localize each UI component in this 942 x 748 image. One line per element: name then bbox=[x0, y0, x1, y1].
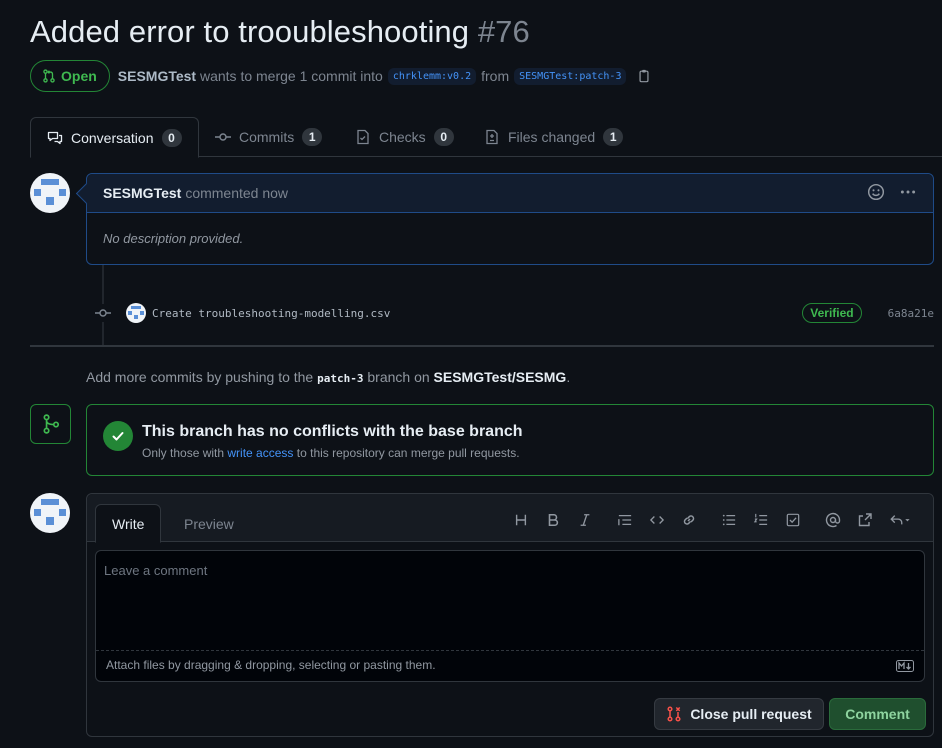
tab-preview[interactable]: Preview bbox=[168, 504, 250, 543]
pr-description-comment: SESMGTest commented now No description p… bbox=[86, 173, 934, 265]
copy-icon[interactable] bbox=[637, 69, 651, 83]
git-merge-icon bbox=[30, 404, 71, 444]
quote-icon[interactable] bbox=[609, 509, 641, 531]
italic-icon[interactable] bbox=[569, 509, 601, 531]
base-branch[interactable]: chrklemm:v0.2 bbox=[387, 67, 477, 85]
merge-sub-suffix: to this repository can merge pull reques… bbox=[296, 446, 520, 460]
comment-editor: Attach files by dragging & dropping, sel… bbox=[95, 550, 925, 682]
merge-text: wants to merge 1 commit into bbox=[199, 68, 383, 84]
code-icon[interactable] bbox=[641, 509, 673, 531]
unordered-list-icon[interactable] bbox=[713, 509, 745, 531]
ordered-list-icon[interactable] bbox=[745, 509, 777, 531]
close-pull-request-button[interactable]: Close pull request bbox=[654, 698, 824, 730]
link-icon[interactable] bbox=[673, 509, 705, 531]
checklist-icon bbox=[357, 129, 369, 145]
tab-commits[interactable]: Commits 1 bbox=[199, 117, 338, 157]
pr-title: Added error to trooubleshooting #76 bbox=[30, 14, 530, 50]
author-link[interactable]: SESMGTest bbox=[118, 68, 196, 84]
merge-status-subtext: Only those with write access to this rep… bbox=[142, 446, 520, 460]
pull-request-icon bbox=[43, 69, 55, 83]
verified-badge[interactable]: Verified bbox=[802, 303, 862, 323]
tab-label: Checks bbox=[379, 129, 426, 145]
tab-counter: 0 bbox=[433, 128, 454, 146]
mention-icon[interactable] bbox=[817, 509, 849, 531]
commit-author-avatar[interactable] bbox=[126, 303, 146, 323]
merge-status-box: This branch has no conflicts with the ba… bbox=[86, 404, 934, 476]
file-diff-icon bbox=[486, 129, 498, 145]
current-user-avatar[interactable] bbox=[30, 493, 70, 533]
pr-meta: Open SESMGTest wants to merge 1 commit i… bbox=[30, 60, 651, 92]
comment-author[interactable]: SESMGTest bbox=[103, 185, 181, 201]
tab-files-changed[interactable]: Files changed 1 bbox=[468, 117, 639, 157]
editor-tabs: Write Preview bbox=[87, 494, 933, 543]
comment-textarea[interactable] bbox=[96, 551, 924, 651]
heading-icon[interactable] bbox=[505, 509, 537, 531]
tab-counter: 1 bbox=[603, 128, 624, 146]
close-pull-request-label: Close pull request bbox=[690, 706, 812, 722]
tab-counter: 1 bbox=[302, 128, 323, 146]
status-label: Open bbox=[61, 68, 97, 84]
commit-item: Create troubleshooting-modelling.csv Ver… bbox=[94, 300, 934, 326]
task-list-icon[interactable] bbox=[777, 509, 809, 531]
pr-title-text: Added error to trooubleshooting bbox=[30, 14, 470, 49]
push-hint: Add more commits by pushing to the patch… bbox=[86, 369, 570, 385]
cross-reference-icon[interactable] bbox=[849, 509, 881, 531]
saved-replies-icon[interactable] bbox=[881, 509, 919, 531]
pr-number: #76 bbox=[477, 14, 530, 49]
tab-counter: 0 bbox=[161, 128, 182, 147]
push-hint-middle: branch on bbox=[367, 369, 430, 385]
comment-header: SESMGTest commented now bbox=[87, 174, 933, 213]
comment-timestamp: commented now bbox=[185, 185, 289, 201]
push-hint-prefix: Add more commits by pushing to the bbox=[86, 369, 314, 385]
check-circle-icon bbox=[103, 421, 133, 451]
merge-sub-prefix: Only those with bbox=[142, 446, 225, 460]
tab-checks[interactable]: Checks 0 bbox=[339, 117, 470, 157]
commit-message-link[interactable]: Create troubleshooting-modelling.csv bbox=[152, 307, 390, 320]
timeline-divider bbox=[30, 345, 934, 347]
from-text: from bbox=[481, 68, 510, 84]
commit-sha-link[interactable]: 6a8a21e bbox=[888, 307, 934, 320]
write-access-link[interactable]: write access bbox=[227, 446, 293, 460]
git-commit-icon bbox=[215, 133, 231, 141]
bold-icon[interactable] bbox=[537, 509, 569, 531]
markdown-icon[interactable] bbox=[896, 659, 914, 677]
attach-files-hint[interactable]: Attach files by dragging & dropping, sel… bbox=[106, 658, 436, 672]
markdown-toolbar bbox=[505, 509, 919, 531]
tab-label: Files changed bbox=[508, 129, 596, 145]
git-pull-request-closed-icon bbox=[667, 706, 681, 722]
head-branch[interactable]: SESMGTest:patch-3 bbox=[514, 67, 627, 85]
tab-label: Conversation bbox=[71, 129, 154, 146]
tab-label: Commits bbox=[239, 129, 295, 145]
avatar[interactable] bbox=[30, 173, 70, 213]
comment-button[interactable]: Comment bbox=[829, 698, 926, 730]
smiley-icon[interactable] bbox=[867, 183, 885, 204]
tab-conversation[interactable]: Conversation 0 bbox=[30, 117, 199, 158]
git-commit-icon bbox=[94, 304, 112, 322]
tab-write[interactable]: Write bbox=[95, 504, 162, 543]
new-comment-form: Write Preview Attach files by dragging &… bbox=[86, 493, 934, 737]
comment-discussion-icon bbox=[47, 131, 63, 144]
pr-tabs: Conversation 0 Commits 1 Checks 0 Files … bbox=[30, 117, 942, 158]
comment-body: No description provided. bbox=[103, 231, 244, 246]
push-hint-branch: patch-3 bbox=[317, 372, 364, 385]
status-badge: Open bbox=[30, 60, 110, 92]
push-hint-suffix: . bbox=[566, 369, 571, 385]
kebab-menu-icon[interactable] bbox=[899, 183, 917, 204]
merge-status-heading: This branch has no conflicts with the ba… bbox=[142, 423, 523, 440]
push-hint-repo[interactable]: SESMGTest/SESMG bbox=[434, 369, 567, 385]
